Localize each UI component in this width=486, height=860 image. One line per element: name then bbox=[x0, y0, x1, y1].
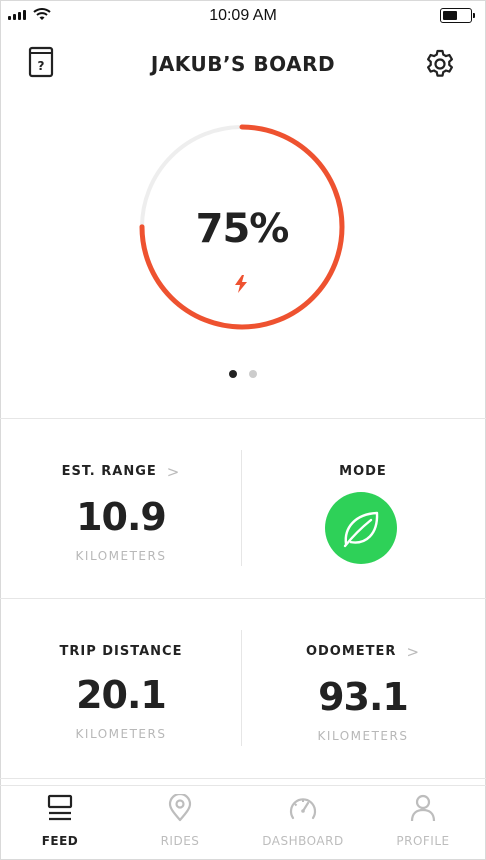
tab-dashboard[interactable]: DASHBOARD bbox=[243, 794, 363, 848]
divider bbox=[0, 418, 486, 419]
trip-distance-tile: TRIP DISTANCE 20.1 KILOMETERS bbox=[0, 640, 242, 741]
location-pin-icon bbox=[168, 794, 192, 822]
page-dot[interactable] bbox=[229, 370, 237, 378]
page-indicator bbox=[0, 370, 486, 378]
odometer-tile[interactable]: ODOMETER > 93.1 KILOMETERS bbox=[242, 640, 484, 743]
trip-distance-value: 20.1 bbox=[76, 673, 167, 717]
tab-feed[interactable]: FEED bbox=[0, 794, 120, 848]
battery-percentage: 75% bbox=[195, 206, 290, 252]
odometer-label-text: ODOMETER bbox=[305, 644, 397, 659]
odometer-unit: KILOMETERS bbox=[317, 728, 409, 743]
battery-status-icon bbox=[440, 8, 475, 23]
est-range-label: EST. RANGE > bbox=[62, 463, 181, 481]
odometer-label: ODOMETER > bbox=[306, 643, 420, 661]
mode-tile: MODE bbox=[242, 460, 484, 479]
status-bar: 10:09 AM bbox=[0, 0, 486, 32]
tab-rides[interactable]: RIDES bbox=[120, 794, 240, 848]
tab-bar: FEED RIDES DASHBOARD PROFILE bbox=[0, 785, 486, 860]
speedometer-icon bbox=[289, 798, 317, 820]
status-time: 10:09 AM bbox=[209, 7, 277, 24]
charging-bolt-icon bbox=[235, 275, 247, 293]
tab-label: FEED bbox=[41, 834, 79, 848]
person-icon bbox=[410, 794, 436, 822]
trip-distance-label: TRIP DISTANCE bbox=[59, 644, 183, 659]
est-range-label-text: EST. RANGE bbox=[61, 464, 157, 479]
divider bbox=[0, 778, 486, 779]
mode-label: MODE bbox=[339, 464, 387, 479]
page-title: JAKUB’S BOARD bbox=[150, 52, 336, 76]
est-range-value: 10.9 bbox=[76, 494, 167, 539]
est-range-unit: KILOMETERS bbox=[75, 548, 167, 563]
app-header: ? JAKUB’S BOARD bbox=[0, 40, 486, 88]
leaf-icon bbox=[343, 511, 379, 548]
mode-button[interactable] bbox=[325, 492, 397, 564]
divider bbox=[0, 598, 486, 599]
tab-label: DASHBOARD bbox=[262, 834, 344, 848]
settings-button[interactable] bbox=[424, 48, 456, 80]
tab-profile[interactable]: PROFILE bbox=[363, 794, 483, 848]
odometer-value: 93.1 bbox=[318, 674, 409, 719]
tab-label: PROFILE bbox=[396, 834, 450, 848]
trip-distance-unit: KILOMETERS bbox=[75, 727, 167, 741]
chevron-right-icon: > bbox=[166, 462, 181, 481]
gear-icon bbox=[427, 49, 453, 77]
page-dot[interactable] bbox=[249, 370, 257, 378]
est-range-tile[interactable]: EST. RANGE > 10.9 KILOMETERS bbox=[0, 460, 242, 563]
chevron-right-icon: > bbox=[406, 642, 421, 661]
feed-icon bbox=[47, 794, 73, 821]
tab-label: RIDES bbox=[160, 834, 200, 848]
